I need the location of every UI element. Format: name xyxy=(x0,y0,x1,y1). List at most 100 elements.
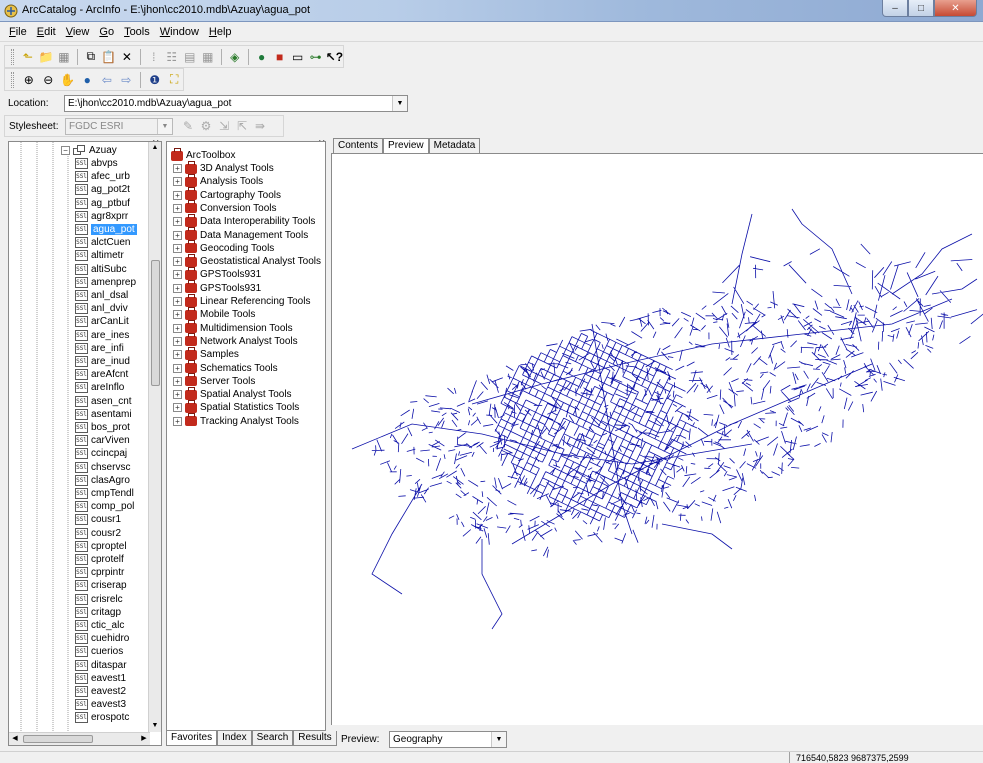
whats-this-icon[interactable]: ↖? xyxy=(326,48,343,66)
expand-icon[interactable]: + xyxy=(173,243,182,253)
expand-icon[interactable]: + xyxy=(173,190,182,200)
tree-item-bos_prot[interactable]: SSl bos_prot xyxy=(75,421,130,434)
expand-icon[interactable]: + xyxy=(173,203,182,213)
tree-item-areinflo[interactable]: SSl areInflo xyxy=(75,381,124,394)
toolbar-grip[interactable] xyxy=(11,71,14,88)
scroll-down-icon[interactable]: ▼ xyxy=(149,720,161,732)
expand-icon[interactable]: + xyxy=(173,230,182,240)
tree-item-anl_dviv[interactable]: SSl anl_dviv xyxy=(75,302,128,315)
chevron-down-icon[interactable]: ▼ xyxy=(491,731,506,747)
tree-item-ccincpaj[interactable]: SSl ccincpaj xyxy=(75,447,127,460)
maximize-button[interactable]: □ xyxy=(908,0,934,17)
tree-item-cuehidro[interactable]: SSl cuehidro xyxy=(75,632,129,645)
command-line-icon[interactable]: ▭ xyxy=(290,48,306,66)
tree-item-anl_dsal[interactable]: SSl anl_dsal xyxy=(75,289,128,302)
expand-icon[interactable]: + xyxy=(173,270,182,280)
expand-icon[interactable]: + xyxy=(173,403,182,413)
stylesheet-combobox[interactable]: FGDC ESRI ▼ xyxy=(65,117,173,135)
delete-icon[interactable]: ✕ xyxy=(119,48,135,66)
tree-item-areafcnt[interactable]: SSl areAfcnt xyxy=(75,368,128,381)
tree-item-amenprep[interactable]: SSl amenprep xyxy=(75,276,136,289)
tree-item-eavest3[interactable]: SSl eavest3 xyxy=(75,698,126,711)
menu-tools[interactable]: Tools xyxy=(119,26,155,38)
tree-item-clasagro[interactable]: SSl clasAgro xyxy=(75,474,130,487)
tree-vertical-scrollbar[interactable]: ▲ ▼ xyxy=(148,142,161,732)
collapse-icon[interactable]: − xyxy=(61,146,70,155)
toolbox-gpstools931[interactable]: + GPSTools931 xyxy=(173,280,261,295)
tab-preview[interactable]: Preview xyxy=(383,138,429,154)
menu-file[interactable]: File xyxy=(4,26,32,38)
tree-item-chservsc[interactable]: SSl chservsc xyxy=(75,461,130,474)
tree-item-critagp[interactable]: SSl critagp xyxy=(75,606,121,619)
chevron-down-icon[interactable]: ▼ xyxy=(392,95,407,111)
scroll-left-icon[interactable]: ◀ xyxy=(9,733,21,745)
zoom-in-icon[interactable]: ⊕ xyxy=(20,71,38,89)
tree-item-are_inud[interactable]: SSl are_inud xyxy=(75,355,130,368)
tree-item-cousr1[interactable]: SSl cousr1 xyxy=(75,513,121,526)
modelbuilder-icon[interactable]: ⊶ xyxy=(308,48,324,66)
map-preview[interactable] xyxy=(331,153,983,725)
toolbar-grip[interactable] xyxy=(11,48,14,65)
preview-type-combobox[interactable]: Geography ▼ xyxy=(389,730,507,748)
menu-go[interactable]: Go xyxy=(94,26,119,38)
tree-item-cprpintr[interactable]: SSl cprpintr xyxy=(75,566,124,579)
expand-icon[interactable]: + xyxy=(173,310,182,320)
export-metadata-icon[interactable]: ⇱ xyxy=(233,117,251,135)
tree-item-afec_urb[interactable]: SSl afec_urb xyxy=(75,170,130,183)
expand-icon[interactable]: + xyxy=(173,323,182,333)
scroll-right-icon[interactable]: ▶ xyxy=(138,733,150,745)
menu-window[interactable]: Window xyxy=(155,26,204,38)
expand-icon[interactable]: + xyxy=(173,350,182,360)
update-metadata-icon[interactable]: ⇛ xyxy=(251,117,269,135)
import-metadata-icon[interactable]: ⇲ xyxy=(215,117,233,135)
toolbox-geostatistical-analyst-tools[interactable]: + Geostatistical Analyst Tools xyxy=(173,253,321,268)
tree-item-criserap[interactable]: SSl criserap xyxy=(75,579,127,592)
back-arrow-icon[interactable]: ⇦ xyxy=(98,71,116,89)
toolbox-samples[interactable]: + Samples xyxy=(173,346,239,361)
disconnect-folder-icon[interactable]: ▦ xyxy=(56,48,72,66)
list-icon[interactable]: ☷ xyxy=(164,48,180,66)
menu-help[interactable]: Help xyxy=(204,26,237,38)
toolbox-analysis-tools[interactable]: + Analysis Tools xyxy=(173,173,263,188)
tree-item-ag_ptbuf[interactable]: SSl ag_ptbuf xyxy=(75,197,130,210)
create-thumbnail-icon[interactable]: ⛶ xyxy=(165,71,183,89)
expand-icon[interactable]: + xyxy=(173,363,182,373)
expand-icon[interactable]: + xyxy=(173,177,182,187)
search-globe-icon[interactable]: ● xyxy=(254,48,270,66)
tree-item-arcanlit[interactable]: SSl arCanLit xyxy=(75,315,129,328)
expand-icon[interactable]: + xyxy=(173,416,182,426)
metadata-properties-icon[interactable]: ⚙ xyxy=(197,117,215,135)
connect-folder-icon[interactable]: 📁 xyxy=(38,48,54,66)
arctoolbox-root[interactable]: ArcToolbox xyxy=(171,147,235,162)
chevron-down-icon[interactable]: ▼ xyxy=(157,118,172,134)
toolbox-server-tools[interactable]: + Server Tools xyxy=(173,373,255,388)
tree-item-ditaspar[interactable]: SSl ditaspar xyxy=(75,659,127,672)
tree-item-erospotc[interactable]: SSl erospotc xyxy=(75,711,129,724)
launch-arcmap-icon[interactable]: ◈ xyxy=(227,48,243,66)
tree-item-cuerios[interactable]: SSl cuerios xyxy=(75,645,123,658)
tree-item-ag_pot2t[interactable]: SSl ag_pot2t xyxy=(75,183,130,196)
arctoolbox-icon[interactable]: ■ xyxy=(272,48,288,66)
tree-horizontal-scrollbar[interactable]: ◀ ▶ xyxy=(9,732,150,745)
toolbox-tracking-analyst-tools[interactable]: + Tracking Analyst Tools xyxy=(173,413,299,428)
menu-edit[interactable]: Edit xyxy=(32,26,61,38)
expand-icon[interactable]: + xyxy=(173,217,182,227)
expand-icon[interactable]: + xyxy=(173,164,182,173)
full-extent-globe-icon[interactable]: ● xyxy=(78,71,96,89)
thumbnails-icon[interactable]: ▦ xyxy=(200,48,216,66)
pan-hand-icon[interactable]: ✋ xyxy=(59,71,77,89)
tree-item-alctcuen[interactable]: SSl alctCuen xyxy=(75,236,130,249)
tree-item-agua_pot[interactable]: SSl agua_pot xyxy=(75,223,137,236)
expand-icon[interactable]: + xyxy=(173,283,182,293)
tree-item-are_ines[interactable]: SSl are_ines xyxy=(75,329,129,342)
tree-item-altisubc[interactable]: SSl altiSubc xyxy=(75,263,127,276)
tree-item-eavest1[interactable]: SSl eavest1 xyxy=(75,672,126,685)
tree-item-comp_pol[interactable]: SSl comp_pol xyxy=(75,500,134,513)
tree-item-asentami[interactable]: SSl asentami xyxy=(75,408,132,421)
scroll-thumb[interactable] xyxy=(151,260,160,386)
menu-view[interactable]: View xyxy=(61,26,95,38)
location-combobox[interactable]: E:\jhon\cc2010.mdb\Azuay\agua_pot ▼ xyxy=(64,94,408,112)
minimize-button[interactable]: – xyxy=(882,0,908,17)
tree-item-eavest2[interactable]: SSl eavest2 xyxy=(75,685,126,698)
tree-item-carviven[interactable]: SSl carViven xyxy=(75,434,130,447)
